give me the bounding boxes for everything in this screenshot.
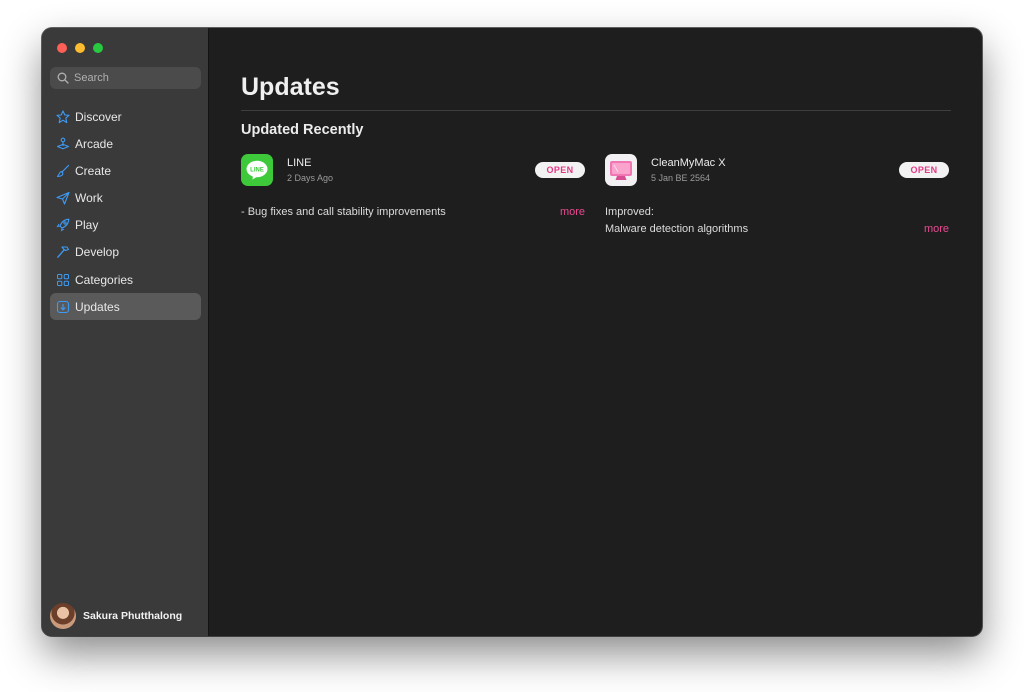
svg-text:LINE: LINE <box>250 167 264 173</box>
brush-icon <box>55 163 70 178</box>
release-note-line: Improved: <box>605 206 654 218</box>
sidebar-item-label: Updates <box>75 299 120 314</box>
main-content: Updates Updated Recently LINE LINE 2 Day… <box>209 28 982 636</box>
sidebar-item-label: Create <box>75 163 112 178</box>
window-controls <box>57 43 103 53</box>
app-update-card: CleanMyMac X 5 Jan BE 2564 OPEN Improved… <box>605 153 951 238</box>
star-icon <box>55 109 70 124</box>
sidebar: Search Discover Arcade Create Work Play … <box>42 28 209 636</box>
app-name[interactable]: CleanMyMac X <box>651 157 899 169</box>
app-update-date: 5 Jan BE 2564 <box>651 173 711 183</box>
avatar <box>50 603 76 629</box>
sidebar-item-label: Develop <box>75 245 120 260</box>
sidebar-item-updates[interactable]: Updates <box>50 293 201 321</box>
open-button[interactable]: OPEN <box>535 162 585 178</box>
sidebar-item-label: Discover <box>75 109 122 124</box>
paper-plane-icon <box>55 191 70 206</box>
search-input[interactable]: Search <box>50 67 201 89</box>
sidebar-item-develop[interactable]: Develop <box>50 239 201 266</box>
more-link[interactable]: more <box>560 204 585 221</box>
release-notes: Improved: Malware detection algorithms m… <box>605 204 951 238</box>
user-name: Sakura Phutthalong <box>83 610 183 622</box>
app-update-card: LINE LINE 2 Days Ago OPEN - Bug fixes an… <box>241 153 587 221</box>
app-update-date: 2 Days Ago <box>287 173 334 183</box>
line-app-icon[interactable]: LINE <box>241 154 273 186</box>
release-notes: - Bug fixes and call stability improveme… <box>241 204 587 221</box>
sidebar-item-play[interactable]: Play <box>50 212 201 239</box>
page-title: Updates <box>241 73 340 101</box>
download-icon <box>55 299 70 314</box>
sidebar-item-label: Arcade <box>75 136 114 151</box>
minimize-window-button[interactable] <box>75 43 85 53</box>
grid-icon <box>55 272 70 287</box>
close-window-button[interactable] <box>57 43 67 53</box>
app-name[interactable]: LINE <box>287 157 535 169</box>
sidebar-item-work[interactable]: Work <box>50 185 201 212</box>
sidebar-item-create[interactable]: Create <box>50 157 201 184</box>
title-divider <box>241 110 951 111</box>
search-placeholder: Search <box>74 72 109 84</box>
cleanmymac-app-icon[interactable] <box>605 154 637 186</box>
joystick-icon <box>55 136 70 151</box>
sidebar-item-discover[interactable]: Discover <box>50 103 201 130</box>
sidebar-item-categories[interactable]: Categories <box>50 266 201 293</box>
release-note-line: - Bug fixes and call stability improveme… <box>241 206 446 218</box>
section-title: Updated Recently <box>241 122 364 138</box>
rocket-icon <box>55 218 70 233</box>
account-button[interactable]: Sakura Phutthalong <box>50 603 182 629</box>
sidebar-item-arcade[interactable]: Arcade <box>50 130 201 157</box>
hammer-icon <box>55 245 70 260</box>
sidebar-item-label: Work <box>75 191 103 206</box>
open-button[interactable]: OPEN <box>899 162 949 178</box>
sidebar-item-label: Play <box>75 218 99 233</box>
release-note-line: Malware detection algorithms <box>605 223 749 235</box>
search-icon <box>57 72 69 84</box>
sidebar-nav: Discover Arcade Create Work Play Develop… <box>50 103 201 321</box>
app-store-window: Search Discover Arcade Create Work Play … <box>42 28 982 636</box>
more-link[interactable]: more <box>924 221 949 238</box>
zoom-window-button[interactable] <box>93 43 103 53</box>
sidebar-item-label: Categories <box>75 272 134 287</box>
